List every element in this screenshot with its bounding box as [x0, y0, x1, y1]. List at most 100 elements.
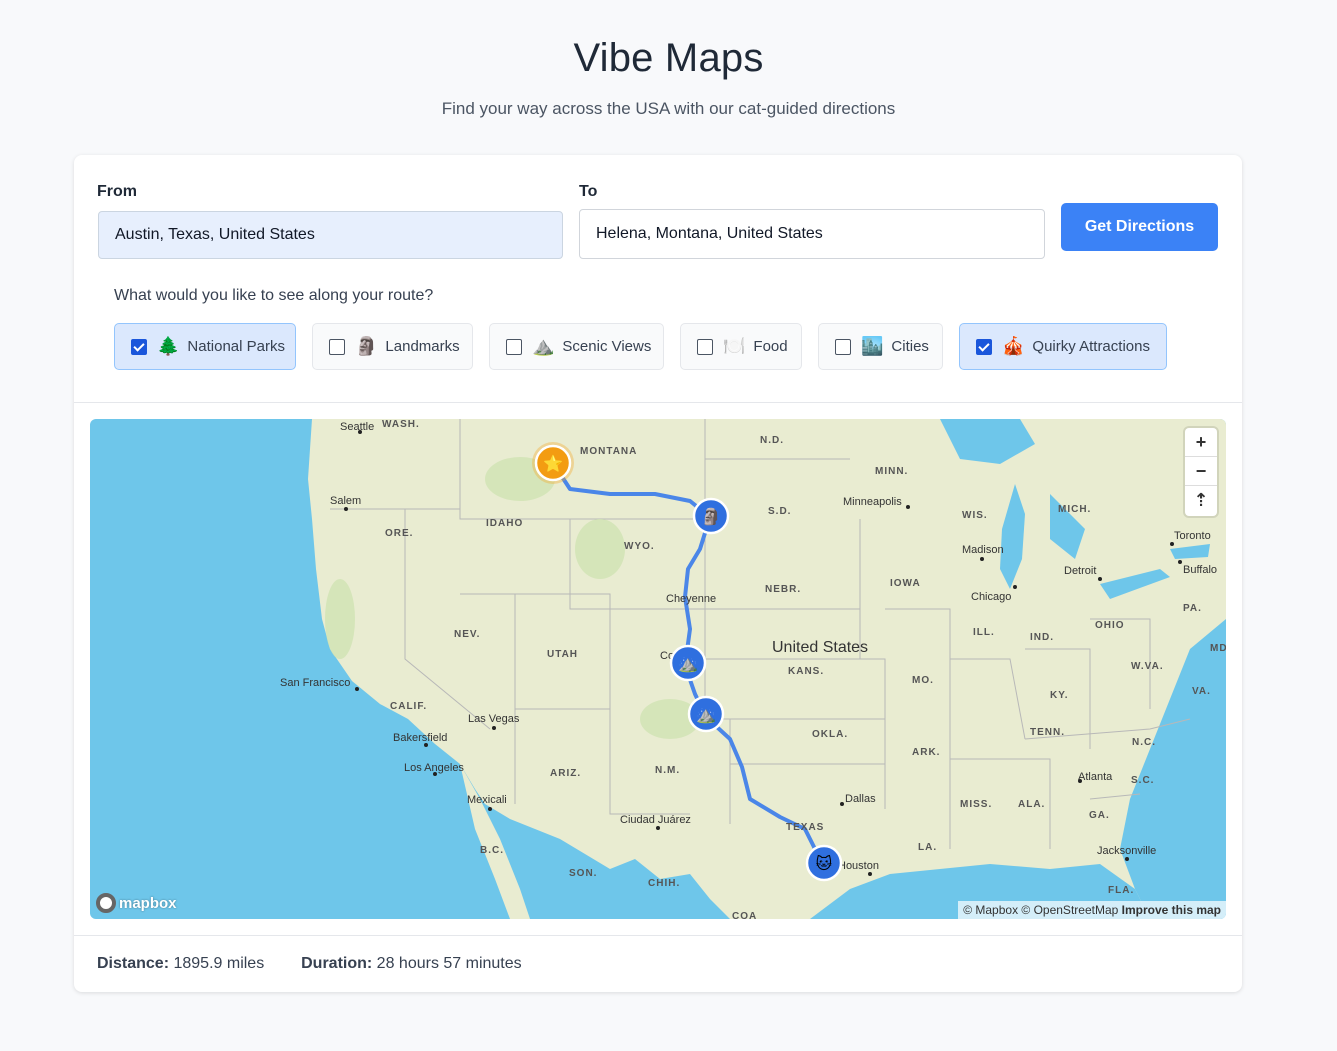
filter-scenic-views[interactable]: ⛰️ Scenic Views — [489, 323, 664, 370]
duration-label: Duration: — [301, 955, 373, 972]
plate-icon: 🍽️ — [723, 336, 746, 357]
map-label: N.M. — [655, 765, 680, 776]
map-label: PA. — [1183, 603, 1202, 614]
map-label: ALA. — [1018, 799, 1045, 810]
map-label: ILL. — [973, 627, 995, 638]
route-stats: Distance: 1895.9 miles Duration: 28 hour… — [97, 955, 522, 973]
map-label: Buffalo — [1183, 564, 1217, 576]
filter-national-parks[interactable]: 🌲 National Parks — [114, 323, 296, 370]
get-directions-button[interactable]: Get Directions — [1061, 203, 1218, 251]
map-label: Dallas — [845, 793, 876, 805]
map-label: KANS. — [788, 666, 824, 677]
map-label: IDAHO — [486, 518, 523, 529]
map-label: MINN. — [875, 466, 908, 477]
map-label: IND. — [1030, 632, 1054, 643]
map-label: SON. — [569, 868, 597, 879]
country-label: United States — [772, 639, 868, 656]
tree-icon: 🌲 — [157, 336, 180, 357]
map-label: Atlanta — [1078, 771, 1113, 783]
map-label: N.D. — [760, 435, 784, 446]
map-label: ORE. — [385, 528, 413, 539]
filter-cities[interactable]: 🏙️ Cities — [818, 323, 943, 370]
map-label: Mexicali — [467, 794, 507, 806]
filter-label: Quirky Attractions — [1032, 338, 1150, 355]
map-label: ARIZ. — [550, 768, 581, 779]
map-label: San Francisco — [280, 677, 350, 689]
food-checkbox[interactable] — [697, 338, 713, 355]
map-label: Ciudad Juárez — [620, 814, 691, 826]
page-subtitle: Find your way across the USA with our ca… — [441, 99, 896, 118]
attribution-text[interactable]: © Mapbox © OpenStreetMap — [963, 903, 1118, 917]
map-label: B.C. — [480, 845, 504, 856]
circus-tent-icon: 🎪 — [1002, 336, 1025, 357]
filter-quirky-attractions[interactable]: 🎪 Quirky Attractions — [959, 323, 1167, 370]
map-label: N.C. — [1132, 737, 1156, 748]
route-map[interactable]: WASH. MONTANA N.D. MINN. S.D. WIS. MICH.… — [90, 419, 1226, 919]
map-label: KY. — [1050, 690, 1069, 701]
mountain-icon: ⛰️ — [532, 336, 555, 357]
filter-label: Food — [753, 338, 788, 355]
mapbox-logo-text: mapbox — [119, 894, 177, 912]
map-label: Las Vegas — [468, 713, 520, 725]
filter-landmarks[interactable]: 🗿 Landmarks — [312, 323, 473, 370]
from-input[interactable]: Austin, Texas, United States — [98, 211, 563, 259]
filter-label: Landmarks — [385, 338, 460, 355]
map-label: Detroit — [1064, 565, 1096, 577]
divider — [74, 402, 1242, 403]
map-label: Chicago — [971, 591, 1011, 603]
map-label: MD — [1210, 643, 1226, 654]
map-label: OHIO — [1095, 620, 1125, 631]
filter-label: National Parks — [187, 338, 285, 355]
directions-card: From Austin, Texas, United States To Hel… — [74, 155, 1242, 992]
divider — [74, 935, 1242, 936]
to-input[interactable]: Helena, Montana, United States — [579, 209, 1045, 259]
map-label: Minneapolis — [843, 496, 902, 508]
map-label: TEXAS — [786, 822, 824, 833]
map-label: W.VA. — [1131, 661, 1164, 672]
mapbox-logo-icon — [96, 893, 116, 913]
quirky-attractions-checkbox[interactable] — [976, 338, 992, 355]
map-attribution: © Mapbox © OpenStreetMap Improve this ma… — [958, 901, 1226, 919]
from-label: From — [97, 183, 137, 200]
landmarks-checkbox[interactable] — [329, 338, 345, 355]
map-canvas[interactable]: WASH. MONTANA N.D. MINN. S.D. WIS. MICH.… — [90, 419, 1226, 919]
map-label: Salem — [330, 495, 361, 507]
map-label: Seattle — [340, 421, 374, 433]
map-label: ARK. — [912, 747, 940, 758]
compass-button[interactable]: ⇡ — [1185, 486, 1217, 515]
map-label: Cheyenne — [666, 593, 716, 605]
map-label: Madison — [962, 544, 1004, 556]
zoom-in-button[interactable]: + — [1185, 428, 1217, 457]
filter-food[interactable]: 🍽️ Food — [680, 323, 802, 370]
star-icon: ⭐ — [543, 454, 563, 473]
map-label: MICH. — [1058, 504, 1091, 515]
map-label: COA — [732, 911, 757, 919]
map-label: LA. — [918, 842, 937, 853]
map-label: VA. — [1192, 686, 1211, 697]
map-label: Toronto — [1174, 530, 1211, 542]
filter-label: Cities — [891, 338, 929, 355]
map-label: MISS. — [960, 799, 992, 810]
map-label: NEV. — [454, 629, 480, 640]
mountain-icon: ⛰️ — [678, 656, 698, 673]
scenic-views-checkbox[interactable] — [506, 338, 522, 355]
map-label: Los Angeles — [404, 762, 464, 774]
cityscape-icon: 🏙️ — [861, 336, 884, 357]
mapbox-logo[interactable]: mapbox — [96, 893, 177, 913]
map-nav-controls: + − ⇡ — [1185, 428, 1217, 516]
map-label: S.C. — [1131, 775, 1154, 786]
map-label: CALIF. — [390, 701, 427, 712]
map-label: OKLA. — [812, 729, 848, 740]
filter-label: Scenic Views — [562, 338, 652, 355]
map-label: GA. — [1089, 810, 1110, 821]
map-label: WYO. — [624, 541, 655, 552]
route-interests-question: What would you like to see along your ro… — [114, 287, 434, 304]
improve-map-link[interactable]: Improve this map — [1122, 903, 1221, 917]
map-label: WIS. — [962, 510, 988, 521]
map-label: MONTANA — [580, 446, 637, 457]
moai-icon: 🗿 — [701, 507, 721, 526]
cities-checkbox[interactable] — [835, 338, 851, 355]
distance-label: Distance: — [97, 955, 170, 972]
national-parks-checkbox[interactable] — [131, 338, 147, 355]
zoom-out-button[interactable]: − — [1185, 457, 1217, 486]
